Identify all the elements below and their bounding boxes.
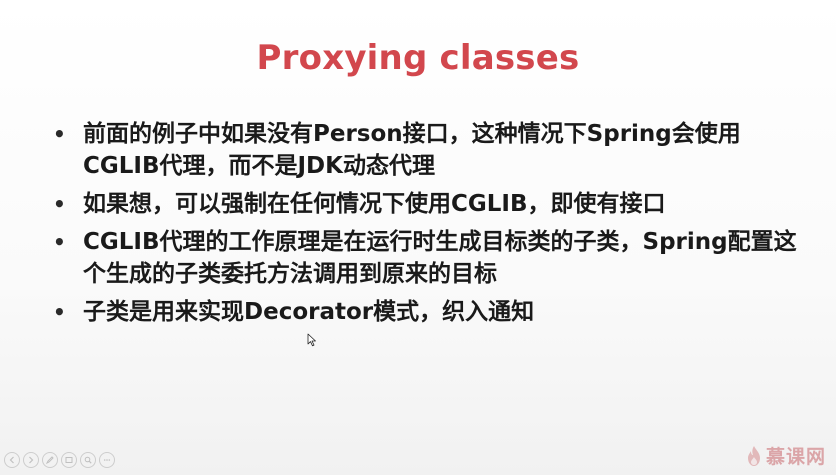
zoom-icon[interactable] bbox=[80, 452, 96, 468]
slide-title: Proxying classes bbox=[256, 38, 580, 78]
watermark: 慕课网 bbox=[746, 442, 826, 469]
bullet-text: 前面的例子中如果没有Person接口，这种情况下Spring会使用CGLIB代理… bbox=[83, 121, 741, 179]
slide: Proxying classes • 前面的例子中如果没有Person接口，这种… bbox=[0, 0, 836, 475]
bullet-text: 如果想，可以强制在任何情况下使用CGLIB，即使有接口 bbox=[83, 191, 666, 217]
bullet-item: • 子类是用来实现Decorator模式，织入通知 bbox=[50, 296, 810, 328]
bullet-item: • CGLIB代理的工作原理是在运行时生成目标类的子类，Spring配置这个生成… bbox=[50, 226, 810, 290]
bullet-dot-icon: • bbox=[53, 122, 66, 146]
pen-icon[interactable] bbox=[42, 452, 58, 468]
bullet-list: • 前面的例子中如果没有Person接口，这种情况下Spring会使用CGLIB… bbox=[50, 118, 810, 334]
bullet-dot-icon: • bbox=[53, 192, 66, 216]
more-icon[interactable] bbox=[99, 452, 115, 468]
bullet-item: • 前面的例子中如果没有Person接口，这种情况下Spring会使用CGLIB… bbox=[50, 118, 810, 182]
bullet-text: 子类是用来实现Decorator模式，织入通知 bbox=[83, 299, 535, 325]
watermark-text: 慕课网 bbox=[765, 446, 826, 468]
slides-icon[interactable] bbox=[61, 452, 77, 468]
bullet-dot-icon: • bbox=[53, 230, 66, 254]
bullet-dot-icon: • bbox=[53, 300, 66, 324]
bullet-text: CGLIB代理的工作原理是在运行时生成目标类的子类，Spring配置这个生成的子… bbox=[83, 229, 797, 287]
bullet-item: • 如果想，可以强制在任何情况下使用CGLIB，即使有接口 bbox=[50, 188, 810, 220]
prev-icon[interactable] bbox=[4, 452, 20, 468]
mouse-cursor-icon bbox=[307, 333, 316, 347]
next-icon[interactable] bbox=[23, 452, 39, 468]
presentation-controls bbox=[4, 452, 115, 468]
flame-icon bbox=[747, 445, 760, 466]
